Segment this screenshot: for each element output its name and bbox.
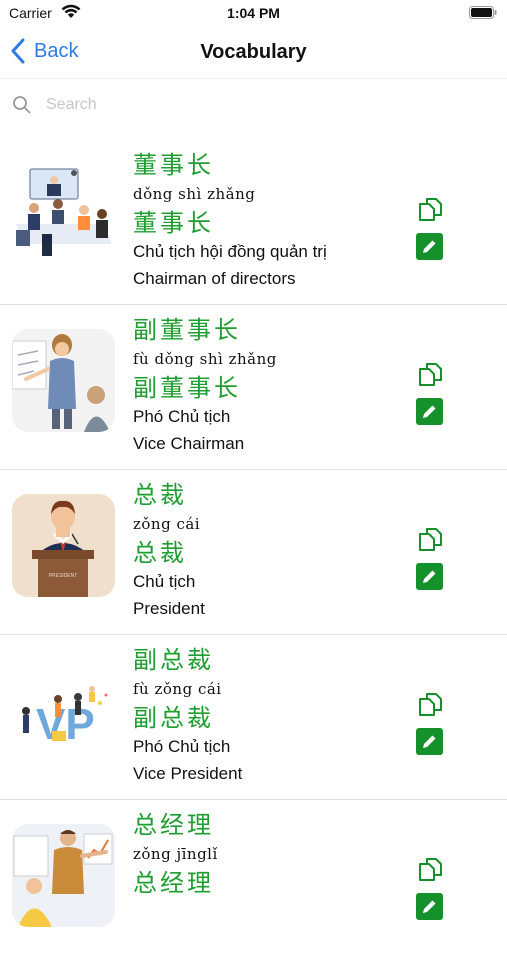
row-actions: [416, 855, 444, 920]
word-text: 副总裁 fù zǒng cái 副总裁 Phó Chủ tịch Vice Pr…: [133, 645, 242, 787]
vietnamese-meaning: Phó Chủ tịch: [133, 737, 231, 756]
list-item[interactable]: 副董事长 fù dǒng shì zhǎng 副董事长 Phó Chủ tịch…: [0, 305, 507, 470]
list-item[interactable]: 董事长 dǒng shì zhǎng 董事长 Chủ tịch hội đồng…: [0, 140, 507, 305]
copy-icon[interactable]: [416, 195, 444, 223]
word-text: 总经理 zǒng jīnglǐ 总经理: [133, 810, 218, 898]
edit-button[interactable]: [416, 233, 443, 260]
row-actions: [416, 360, 444, 425]
podium-label: PRESIDENT: [49, 573, 78, 579]
copy-icon[interactable]: [416, 855, 444, 883]
copy-icon[interactable]: [416, 690, 444, 718]
vocabulary-list: 董事长 dǒng shì zhǎng 董事长 Chủ tịch hội đồng…: [0, 140, 507, 964]
vietnamese-meaning: Phó Chủ tịch: [133, 407, 231, 426]
pencil-icon: [423, 900, 436, 913]
pinyin: fù zǒng cái: [133, 680, 222, 698]
edit-button[interactable]: [416, 728, 443, 755]
hanzi: 副总裁: [133, 646, 214, 674]
search-input[interactable]: [44, 95, 448, 115]
pencil-icon: [423, 735, 436, 748]
battery-icon: [469, 6, 497, 22]
hanzi: 董事长: [133, 151, 214, 179]
word-text: 总裁 zǒng cái 总裁 Chủ tịch President: [133, 480, 205, 622]
vietnamese-meaning: Chủ tịch: [133, 572, 196, 591]
hanzi: 总裁: [133, 481, 187, 509]
meeting-room-illustration: [12, 164, 115, 267]
president-podium-illustration: PRESIDENT: [12, 494, 115, 597]
page-title: Vocabulary: [200, 41, 307, 63]
vp-letters-illustration: VP: [12, 659, 115, 762]
hanzi-repeat: 董事长: [133, 209, 214, 237]
vietnamese-meaning: Chủ tịch hội đồng quản trị: [133, 242, 327, 261]
copy-icon[interactable]: [416, 360, 444, 388]
copy-icon[interactable]: [416, 525, 444, 553]
pinyin: zǒng cái: [133, 515, 201, 533]
pinyin: fù dǒng shì zhǎng: [133, 350, 277, 368]
pinyin: dǒng shì zhǎng: [133, 185, 256, 203]
clock: 1:04 PM: [227, 5, 280, 21]
pencil-icon: [423, 240, 436, 253]
pencil-icon: [423, 570, 436, 583]
vp-letters: VP: [36, 700, 95, 749]
edit-button[interactable]: [416, 398, 443, 425]
presenter-illustration: [12, 329, 115, 432]
search-bar[interactable]: [12, 92, 492, 118]
row-actions: [416, 690, 444, 755]
hanzi: 副董事长: [133, 316, 241, 344]
edit-button[interactable]: [416, 893, 443, 920]
manager-illustration: [12, 824, 115, 927]
search-icon: [13, 96, 31, 114]
list-item[interactable]: 总经理 zǒng jīnglǐ 总经理: [0, 800, 507, 964]
pinyin: zǒng jīnglǐ: [133, 845, 218, 863]
hanzi-repeat: 总裁: [133, 539, 187, 567]
navigation-bar: Back Vocabulary: [0, 28, 507, 79]
row-actions: [416, 195, 444, 260]
edit-button[interactable]: [416, 563, 443, 590]
english-meaning: President: [133, 599, 205, 618]
list-item[interactable]: PRESIDENT 总裁 zǒng cái 总裁 Chủ tịch Presid…: [0, 470, 507, 635]
pencil-icon: [423, 405, 436, 418]
hanzi: 总经理: [133, 811, 214, 839]
row-actions: [416, 525, 444, 590]
list-item[interactable]: VP 副总裁 fù zǒng cái 副总裁 Phó Chủ tịch Vice…: [0, 635, 507, 800]
status-bar: Carrier 1:04 PM: [0, 0, 507, 28]
hanzi-repeat: 副董事长: [133, 374, 241, 402]
hanzi-repeat: 副总裁: [133, 704, 214, 732]
english-meaning: Vice Chairman: [133, 434, 245, 453]
hanzi-repeat: 总经理: [133, 869, 214, 897]
word-text: 副董事长 fù dǒng shì zhǎng 副董事长 Phó Chủ tịch…: [133, 315, 277, 457]
english-meaning: Vice President: [133, 764, 243, 783]
word-text: 董事长 dǒng shì zhǎng 董事长 Chủ tịch hội đồng…: [133, 150, 327, 292]
english-meaning: Chairman of directors: [133, 269, 296, 288]
